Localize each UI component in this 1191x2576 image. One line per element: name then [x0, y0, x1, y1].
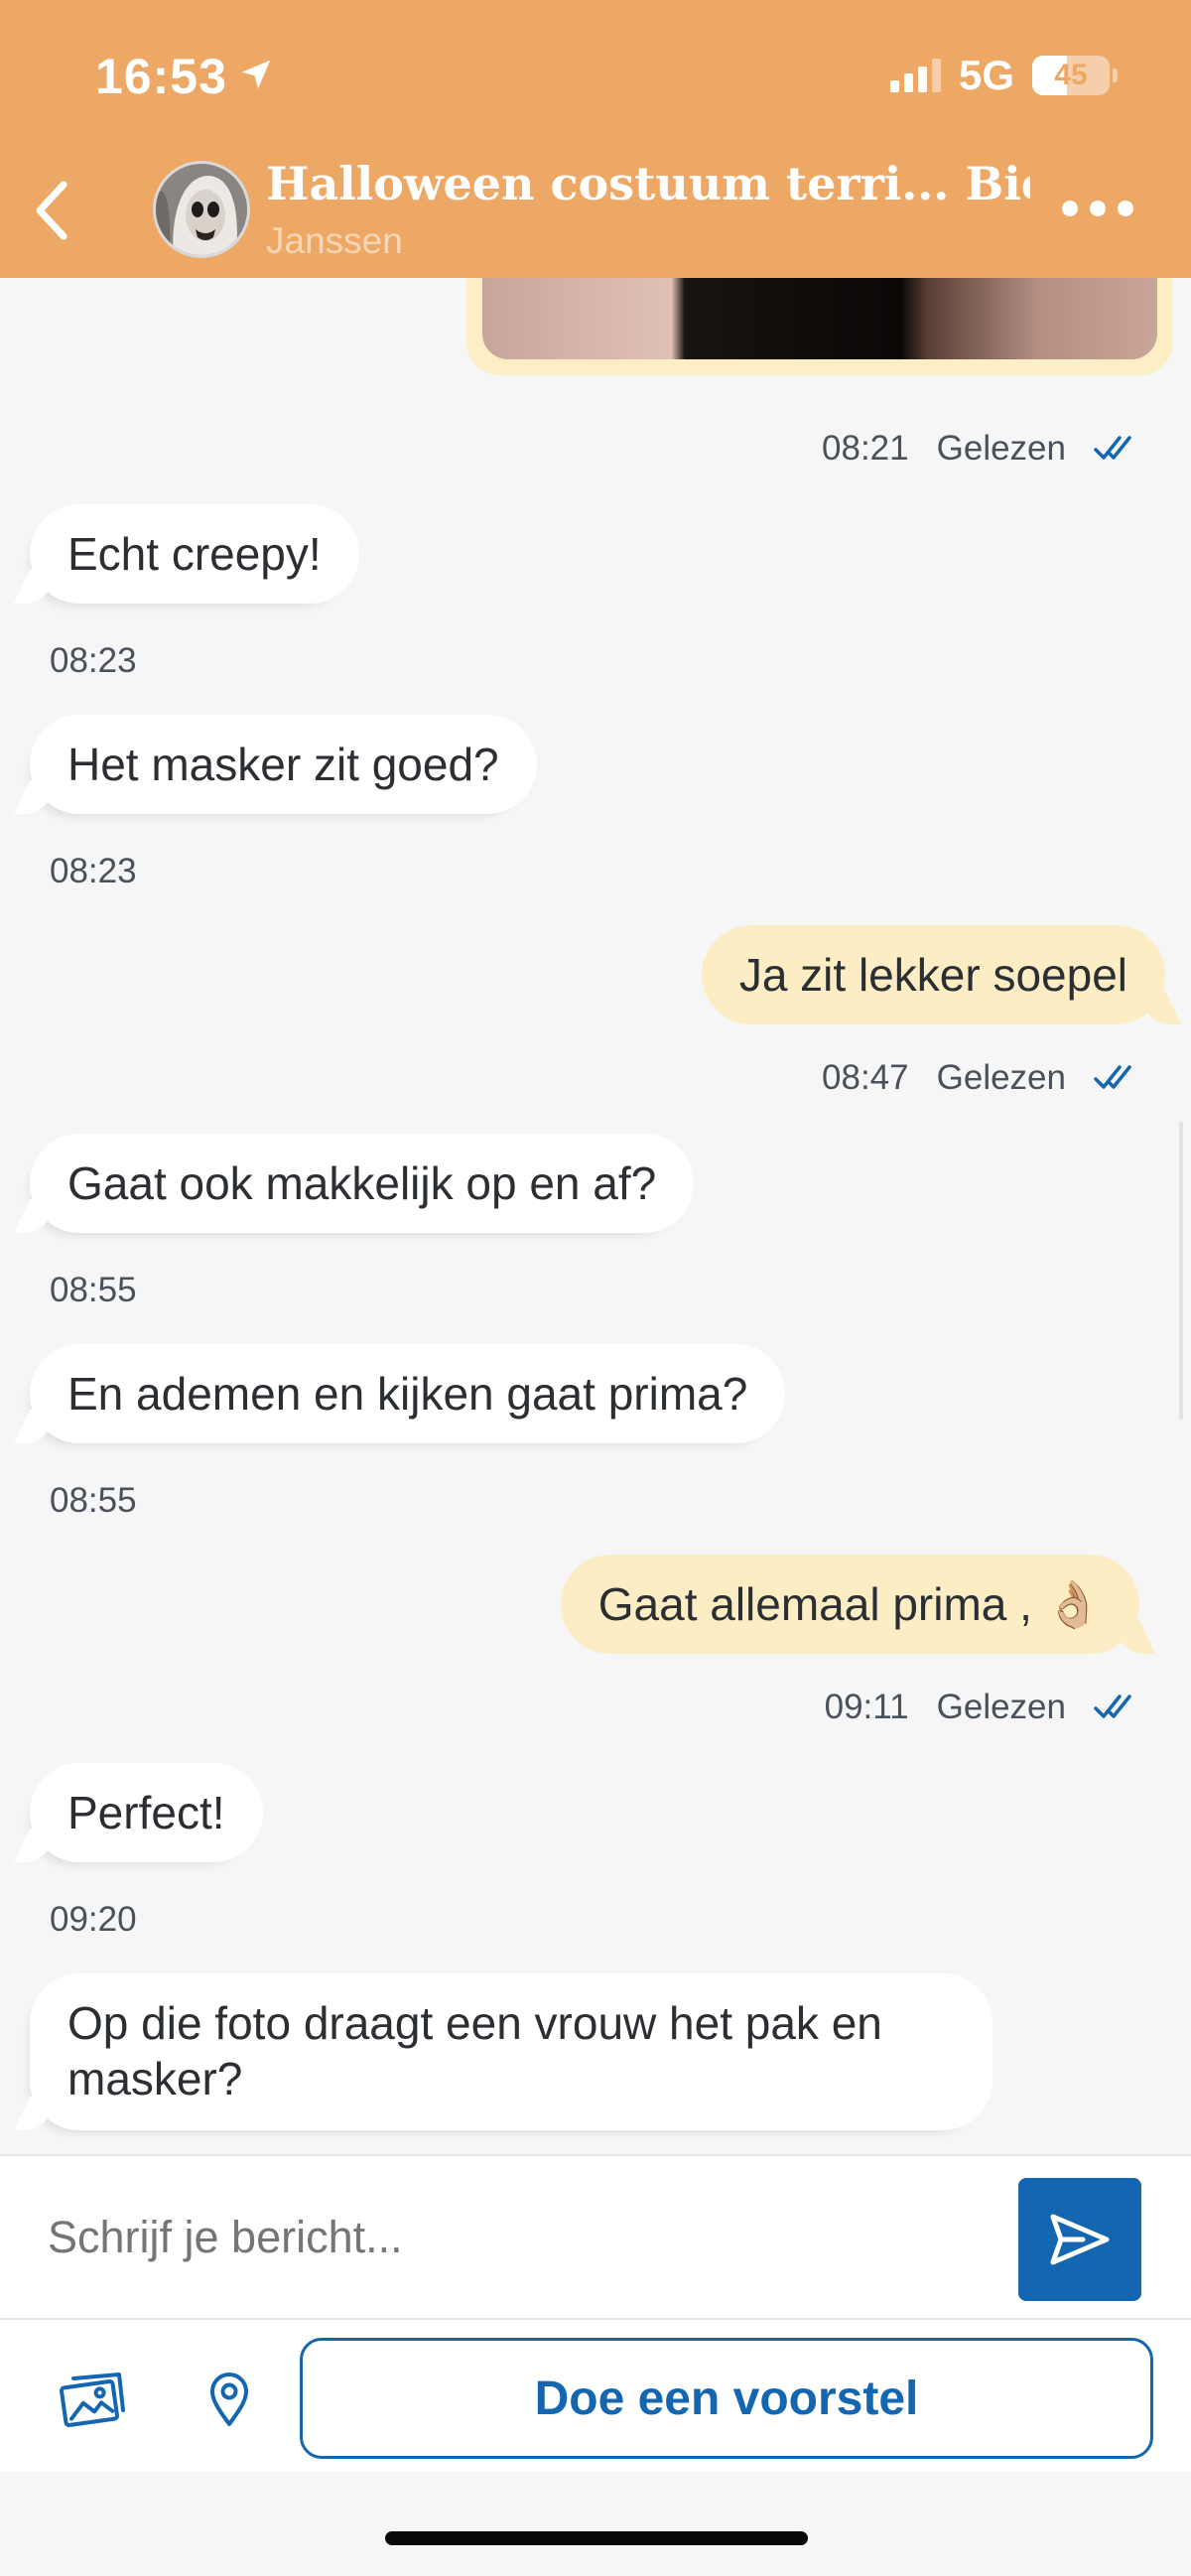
message-text: Gaat allemaal prima , 👌🏼 [597, 1578, 1102, 1630]
incoming-message[interactable]: Perfect! [30, 1763, 263, 1862]
message-meta: 08:21 Gelezen [822, 429, 1137, 469]
gallery-button[interactable] [54, 2360, 133, 2439]
send-icon [1050, 2214, 1110, 2265]
double-check-icon [1094, 1695, 1131, 1718]
message-time: 08:55 [50, 1271, 137, 1309]
message-text: En ademen en kijken gaat prima? [67, 1368, 748, 1420]
message-meta: 08:47 Gelezen [822, 1058, 1137, 1098]
home-indicator[interactable] [385, 2531, 808, 2545]
message-time: 09:20 [50, 1900, 137, 1939]
status-time: 16:53 [95, 48, 275, 105]
incoming-message[interactable]: Op die foto draagt een vrouw het pak en … [30, 1973, 992, 2130]
message-text: Het masker zit goed? [67, 739, 499, 790]
message-text: Gaat ook makkelijk op en af? [67, 1157, 657, 1209]
send-button[interactable] [1018, 2178, 1141, 2301]
home-indicator-area [0, 2472, 1191, 2576]
message-time: 08:47 [822, 1058, 909, 1097]
message-text: Op die foto draagt een vrouw het pak en … [67, 1997, 882, 2104]
make-offer-button[interactable]: Doe een voorstel [300, 2338, 1153, 2459]
incoming-message[interactable]: En ademen en kijken gaat prima? [30, 1344, 786, 1443]
message-list[interactable]: 08:21 Gelezen Echt creepy! 08:23 Het mas… [0, 278, 1191, 2154]
message-time: 08:23 [50, 852, 137, 890]
signal-bars-icon [889, 59, 941, 92]
status-indicators: 5G 45 [889, 52, 1118, 99]
incoming-message[interactable]: Gaat ook makkelijk op en af? [30, 1134, 695, 1233]
battery-icon: 45 [1032, 56, 1118, 95]
network-type: 5G [958, 52, 1014, 98]
chat-header: 16:53 5G 45 Halloween costuum terri... B… [0, 0, 1191, 278]
scrollbar[interactable] [1179, 1122, 1183, 1420]
back-button[interactable] [22, 171, 81, 250]
map-pin-icon [210, 2373, 248, 2426]
action-bar: Doe een voorstel [0, 2318, 1191, 2472]
battery-percent: 45 [1054, 59, 1088, 91]
message-time: 08:21 [822, 429, 909, 468]
outgoing-image-message[interactable] [466, 278, 1173, 375]
chat-subtitle-username: Janssen [266, 220, 403, 261]
outgoing-message[interactable]: Gaat allemaal prima , 👌🏼 [560, 1555, 1139, 1654]
chat-title[interactable]: Halloween costuum terri... Bieden [266, 157, 1030, 210]
message-text: Echt creepy! [67, 528, 322, 580]
message-composer [0, 2154, 1191, 2318]
outgoing-message[interactable]: Ja zit lekker soepel [701, 925, 1165, 1024]
more-horizontal-icon [1062, 201, 1078, 216]
read-status: Gelezen [936, 1058, 1066, 1097]
read-status: Gelezen [936, 1688, 1066, 1726]
message-time: 09:11 [824, 1688, 909, 1726]
read-status: Gelezen [936, 429, 1066, 468]
incoming-message[interactable]: Echt creepy! [30, 504, 359, 604]
more-options-button[interactable] [1062, 201, 1133, 216]
double-check-icon [1094, 436, 1131, 460]
message-meta: 09:11 Gelezen [825, 1688, 1137, 1727]
double-check-icon [1094, 1065, 1131, 1089]
photo-thumbnail[interactable] [482, 278, 1157, 359]
message-input[interactable] [48, 2208, 941, 2267]
image-gallery-icon [60, 2373, 125, 2428]
message-time: 08:23 [50, 641, 137, 680]
location-button[interactable] [195, 2360, 264, 2439]
clock-text: 16:53 [95, 49, 227, 104]
make-offer-label: Doe een voorstel [534, 2372, 919, 2425]
message-text: Perfect! [67, 1787, 225, 1838]
chevron-left-icon [36, 181, 67, 240]
location-arrow-icon [237, 48, 275, 105]
incoming-message[interactable]: Het masker zit goed? [30, 715, 537, 814]
avatar[interactable] [153, 161, 250, 258]
message-text: Ja zit lekker soepel [738, 949, 1127, 1001]
message-time: 08:55 [50, 1481, 137, 1520]
